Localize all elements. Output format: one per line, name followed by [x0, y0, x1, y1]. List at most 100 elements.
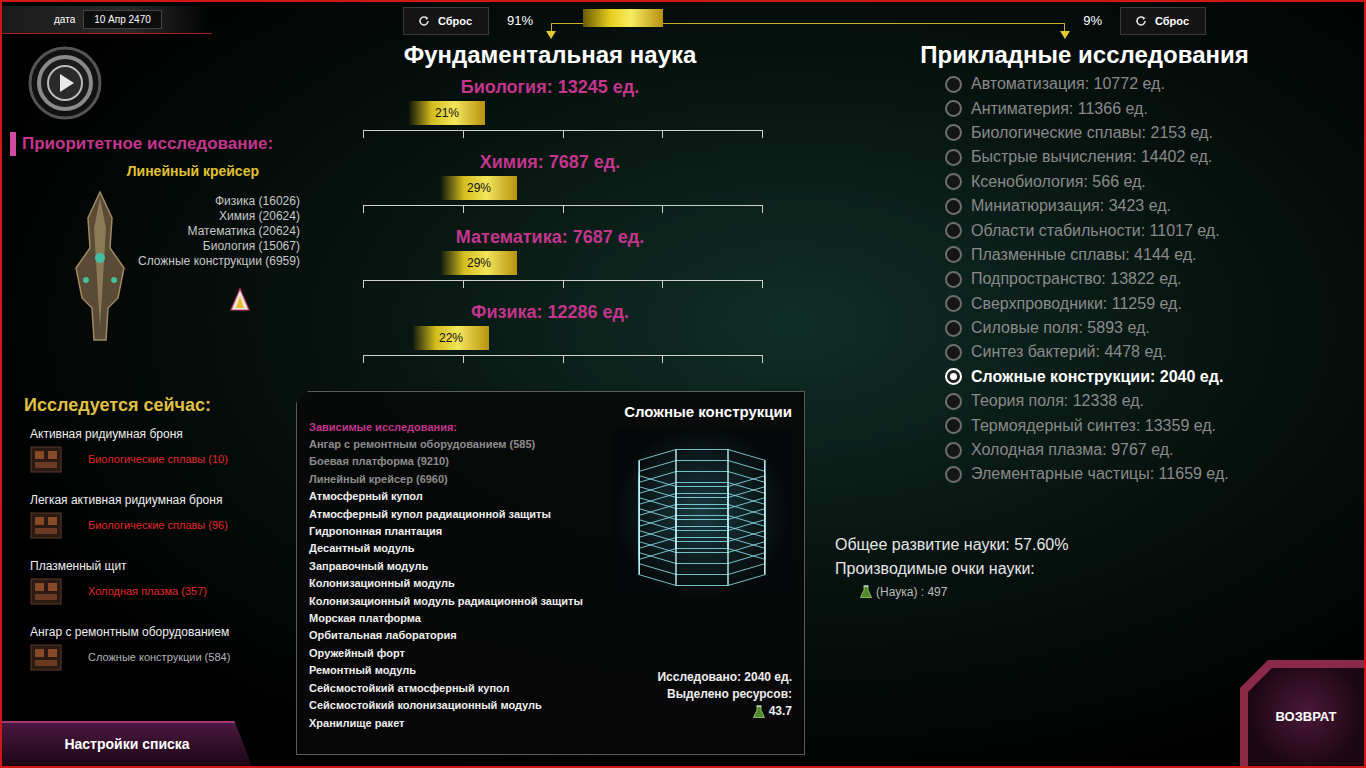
science-slider[interactable]: 21% [363, 98, 763, 138]
current-item[interactable]: Ангар с ремонтным оборудованиемСложные к… [30, 624, 295, 690]
slider-knob[interactable]: 21% [409, 101, 485, 125]
applied-label: Теория поля: 12338 ед. [971, 389, 1144, 413]
radio-button[interactable] [945, 466, 962, 483]
radio-button[interactable] [945, 222, 962, 239]
radio-button[interactable] [945, 442, 962, 459]
current-item[interactable]: Активная ридиумная броняБиологические сп… [30, 426, 295, 492]
science-slider[interactable]: 22% [363, 323, 763, 363]
allocated-row: 43.7 [753, 703, 792, 720]
applied-item[interactable]: Сложные конструкции: 2040 ед. [945, 365, 1364, 389]
dependent-item: Оружейный форт [309, 645, 596, 662]
radio-button[interactable] [945, 76, 962, 93]
radio-button[interactable] [945, 344, 962, 361]
radio-button[interactable] [945, 393, 962, 410]
applied-item[interactable]: Ксенобиология: 566 ед. [945, 170, 1364, 194]
slider-knob[interactable]: 22% [413, 326, 489, 350]
slider-tick [662, 131, 663, 138]
right-arrow-icon [1060, 31, 1070, 39]
applied-item[interactable]: Миниатюризация: 3423 ед. [945, 194, 1364, 218]
dependent-item: Орбитальная лаборатория [309, 627, 596, 644]
applied-label: Области стабильности: 11017 ед. [971, 219, 1220, 243]
slider-tick [563, 206, 564, 213]
radio-button[interactable] [945, 271, 962, 288]
applied-item[interactable]: Синтез бактерий: 4478 ед. [945, 340, 1364, 364]
dependent-item: Заправочный модуль [309, 558, 596, 575]
dependent-item: Хранилище ракет [309, 715, 596, 732]
applied-item[interactable]: Теория поля: 12338 ед. [945, 389, 1364, 413]
current-item[interactable]: Плазменный щитХолодная плазма (357) [30, 558, 295, 624]
slider-tick [762, 131, 763, 138]
applied-item[interactable]: Сверхпроводники: 11259 ед. [945, 292, 1364, 316]
research-image [30, 510, 62, 540]
science-slider[interactable]: 29% [363, 173, 763, 213]
applied-label: Миниатюризация: 3423 ед. [971, 194, 1171, 218]
radio-button[interactable] [945, 295, 962, 312]
science-share: 29% [467, 179, 491, 197]
science-name: Физика: 12286 ед. [295, 301, 805, 323]
slider-knob[interactable]: 29% [441, 176, 517, 200]
radio-button[interactable] [945, 320, 962, 337]
priority-name[interactable]: Линейный крейсер [2, 162, 295, 180]
applied-label: Биологические сплавы: 2153 ед. [971, 121, 1213, 145]
radio-button[interactable] [945, 124, 962, 141]
science-share: 22% [439, 329, 463, 347]
structure-image [612, 428, 792, 598]
radio-button[interactable] [945, 246, 962, 263]
slider-knob[interactable]: 29% [441, 251, 517, 275]
slider-tick [463, 206, 464, 213]
slider-track [363, 130, 763, 138]
applied-item[interactable]: Силовые поля: 5893 ед. [945, 316, 1364, 340]
list-settings-button[interactable]: Настройки списка [2, 721, 252, 766]
overall-progress: Общее развитие науки: 57.60% [835, 533, 1364, 557]
dependent-item: Атмосферный купол радиационной защиты [309, 506, 596, 523]
module-icon [30, 576, 62, 606]
flask-icon [753, 705, 765, 719]
radio-button[interactable] [945, 173, 962, 190]
science-slider[interactable]: 29% [363, 248, 763, 288]
current-name: Плазменный щит [30, 558, 295, 574]
applied-item[interactable]: Холодная плазма: 9767 ед. [945, 438, 1364, 462]
applied-item[interactable]: Биологические сплавы: 2153 ед. [945, 121, 1364, 145]
requirement: Сложные конструкции (6959) [138, 254, 300, 269]
radio-dot [950, 373, 957, 380]
applied-label: Плазменные сплавы: 4144 ед. [971, 243, 1196, 267]
applied-item[interactable]: Термоядерный синтез: 13359 ед. [945, 413, 1364, 437]
reset-label: Сброс [438, 13, 472, 30]
radio-button[interactable] [945, 100, 962, 117]
applied-item[interactable]: Антиматерия: 11366 ед. [945, 96, 1364, 120]
play-button[interactable] [28, 46, 102, 120]
balance-knob[interactable] [583, 9, 663, 27]
applied-item[interactable]: Автоматизация: 10772 ед. [945, 72, 1364, 96]
applied-item[interactable]: Быстрые вычисления: 14402 ед. [945, 145, 1364, 169]
applied-list: Автоматизация: 10772 ед.Антиматерия: 113… [805, 72, 1364, 487]
current-item[interactable]: Легкая активная ридиумная броняБиологиче… [30, 492, 295, 558]
return-button[interactable]: ВОЗВРАТ [1248, 668, 1364, 766]
applied-label: Силовые поля: 5893 ед. [971, 316, 1150, 340]
applied-item[interactable]: Подпространство: 13822 ед. [945, 267, 1364, 291]
points-value: (Наука) : 497 [876, 583, 947, 601]
radio-button[interactable] [945, 198, 962, 215]
applied-label: Автоматизация: 10772 ед. [971, 72, 1165, 96]
dependents-list: Зависимые исследования:Ангар с ремонтным… [309, 402, 596, 744]
balance-track[interactable] [551, 3, 1065, 39]
applied-item[interactable]: Элементарные частицы: 11659 ед. [945, 462, 1364, 486]
radio-button[interactable] [945, 368, 962, 385]
applied-label: Сложные конструкции: 2040 ед. [971, 365, 1223, 389]
allocated-label: Выделено ресурсов: [667, 686, 792, 703]
current-title: Исследуется сейчас: [24, 394, 295, 416]
applied-item[interactable]: Плазменные сплавы: 4144 ед. [945, 243, 1364, 267]
points-row: (Наука) : 497 [835, 583, 1364, 601]
applied-item[interactable]: Области стабильности: 11017 ед. [945, 218, 1364, 242]
reset-button[interactable]: Сброс [1120, 7, 1206, 36]
current-name: Активная ридиумная броня [30, 426, 295, 442]
structure-icon [612, 428, 792, 598]
applied-label: Синтез бактерий: 4478 ед. [971, 340, 1167, 364]
slider-tick [662, 206, 663, 213]
radio-button[interactable] [945, 149, 962, 166]
requirement: Математика (20624) [138, 224, 300, 239]
current-name: Ангар с ремонтным оборудованием [30, 624, 295, 640]
reset-button[interactable]: Сброс [403, 7, 489, 36]
flask-icon [860, 585, 872, 599]
radio-button[interactable] [945, 417, 962, 434]
cruiser-icon [62, 188, 138, 348]
